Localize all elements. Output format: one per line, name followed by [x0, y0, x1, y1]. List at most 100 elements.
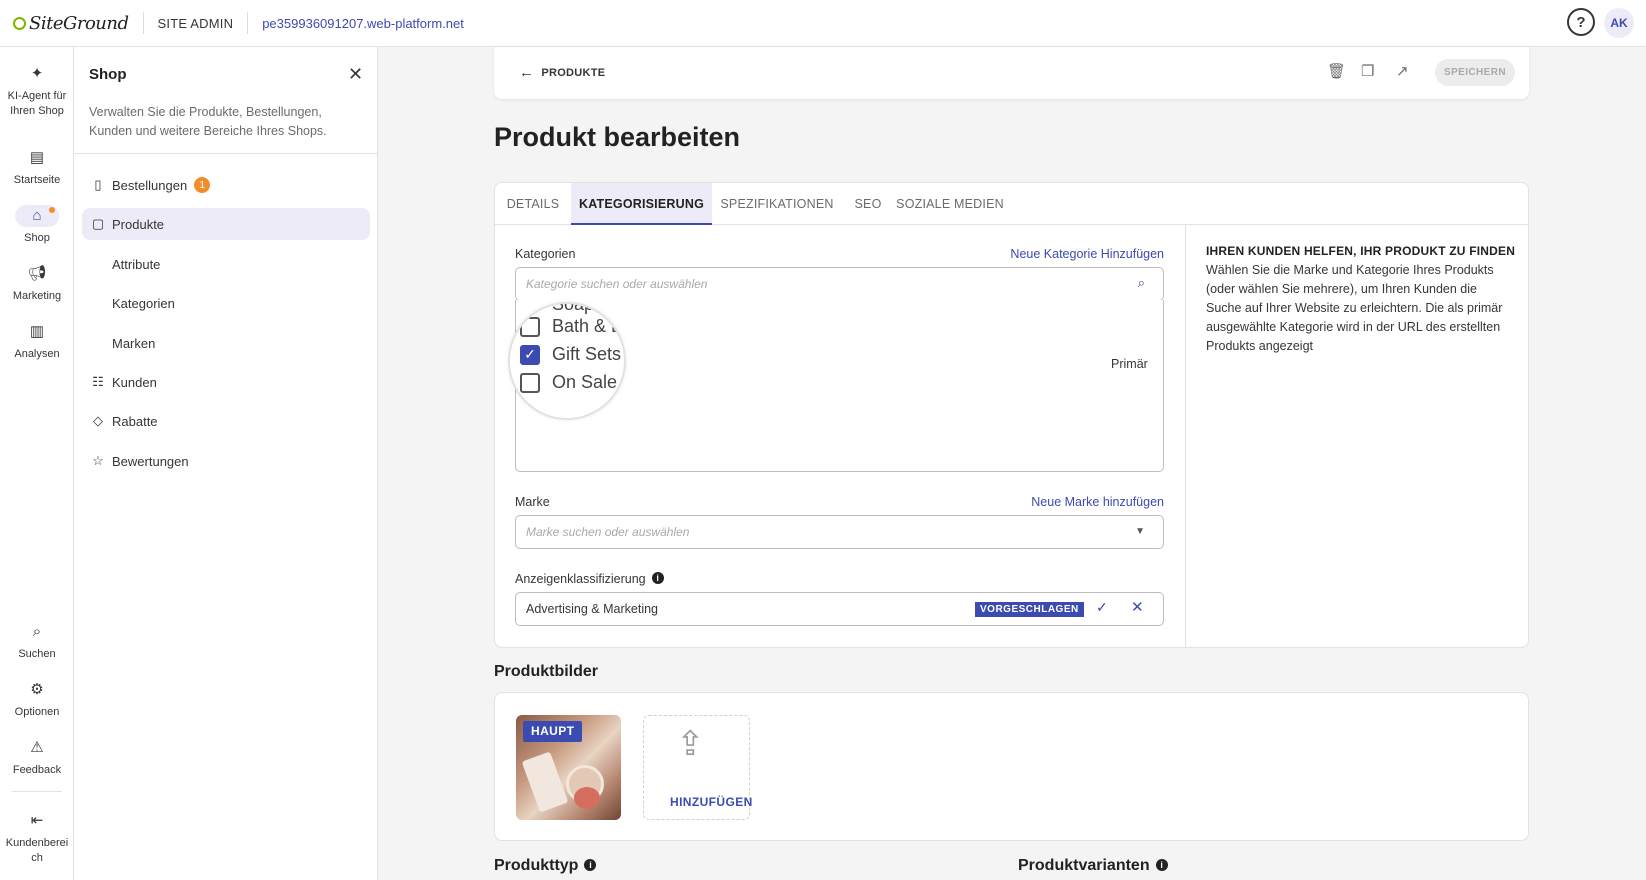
- arrow-left-icon: ←: [519, 64, 535, 81]
- product-images-card: HAUPT ⇪ HINZUFÜGEN: [494, 692, 1529, 841]
- tab-soziale-medien[interactable]: SOZIALE MEDIEN: [894, 183, 1006, 225]
- rail-item-analysen[interactable]: ▥ Analysen: [0, 321, 74, 362]
- external-link-icon[interactable]: ↗: [1396, 62, 1409, 80]
- rail-item-startseite[interactable]: ▤ Startseite: [0, 147, 74, 188]
- nav-item-attribute[interactable]: Attribute: [82, 248, 370, 280]
- nav-item-label: Bewertungen: [112, 453, 189, 469]
- suggested-badge: VORGESCHLAGEN: [975, 602, 1084, 617]
- tag-icon: ◇: [93, 413, 103, 428]
- back-to-products-link[interactable]: ← PRODUKTE: [519, 64, 605, 81]
- save-button[interactable]: SPEICHERN: [1435, 59, 1515, 86]
- rail-item-label: KI-Agent für Ihren Shop: [7, 90, 67, 117]
- site-admin-label: SITE ADMIN: [157, 15, 234, 31]
- rail-item-shop[interactable]: ⌂ Shop: [0, 205, 74, 246]
- topbar-divider: [247, 12, 249, 34]
- top-bar: SiteGround SITE ADMIN pe359936091207.web…: [0, 0, 1646, 47]
- rail-item-suchen[interactable]: ⌕ Suchen: [0, 621, 74, 662]
- info-icon[interactable]: i: [651, 572, 664, 584]
- main-image-badge: HAUPT: [523, 721, 583, 742]
- duplicate-icon[interactable]: ❐: [1361, 62, 1374, 80]
- category-item-soap[interactable]: Soap: [520, 302, 595, 315]
- zoom-lens: Soap Bath & B ✓ Gift Sets On Sale: [508, 302, 626, 420]
- brand-select-placeholder: Marke suchen oder auswählen: [526, 525, 690, 539]
- rail-item-feedback[interactable]: ⚠︎ Feedback: [0, 737, 74, 778]
- panel-description: Verwalten Sie die Produkte, Bestellungen…: [89, 105, 327, 138]
- tab-details[interactable]: DETAILS: [495, 183, 571, 225]
- search-icon[interactable]: ⌕: [1138, 275, 1145, 291]
- add-image-button[interactable]: ⇪ HINZUFÜGEN: [643, 715, 752, 820]
- nav-item-bestellungen[interactable]: ▯ Bestellungen 1: [82, 169, 370, 201]
- category-item-label: On Sale: [552, 372, 618, 392]
- people-icon: ☷: [92, 374, 104, 389]
- panel-divider: [74, 153, 378, 154]
- add-category-link[interactable]: Neue Kategorie Hinzufügen: [915, 247, 1164, 261]
- card-divider: [1185, 225, 1186, 647]
- logo-text: SiteGround: [29, 12, 129, 34]
- rail-item-label: Analysen: [14, 348, 60, 360]
- rail-item-kundenbereich[interactable]: ⇤ Kundenbereich: [0, 810, 74, 866]
- rail-item-label: Suchen: [18, 648, 56, 660]
- help-icon[interactable]: ?: [1567, 8, 1595, 36]
- megaphone-icon: 📢︎: [27, 265, 47, 282]
- category-item-on-sale[interactable]: On Sale: [520, 372, 617, 393]
- rail-item-label: Marketing: [12, 290, 62, 302]
- gear-icon: ⚙: [30, 681, 44, 698]
- nav-item-marken[interactable]: Marken: [82, 327, 370, 359]
- product-image-main[interactable]: HAUPT: [516, 715, 621, 820]
- back-link-label: PRODUKTE: [541, 66, 606, 79]
- nav-item-label: Bestellungen: [112, 177, 188, 193]
- page-title: Produkt bearbeiten: [494, 122, 741, 152]
- category-item-label: Bath & B: [552, 316, 624, 336]
- image-bath-bomb: [574, 787, 600, 809]
- ad-classification-value: Advertising & Marketing: [526, 602, 659, 616]
- category-search-input[interactable]: Kategorie suchen oder auswählen ⌕: [515, 267, 1164, 301]
- nav-item-rabatte[interactable]: ◇ Rabatte: [82, 405, 370, 437]
- nav-item-bewertungen[interactable]: ☆ Bewertungen: [82, 445, 370, 477]
- nav-item-kategorien[interactable]: Kategorien: [82, 287, 370, 319]
- nav-item-label: Attribute: [112, 256, 161, 272]
- receipt-icon: ▯: [94, 177, 102, 192]
- category-item-bath[interactable]: Bath & B: [520, 316, 623, 337]
- check-icon[interactable]: ✓: [1096, 599, 1108, 616]
- brand-select[interactable]: Marke suchen oder auswählen ▼: [515, 515, 1164, 549]
- close-icon[interactable]: ✕: [348, 64, 363, 85]
- checkbox-checked[interactable]: ✓: [520, 344, 540, 365]
- shop-panel: Shop ✕ Verwalten Sie die Produkte, Beste…: [74, 47, 378, 880]
- product-action-bar: ← PRODUKTE 🗑︎ ❐ ↗ SPEICHERN: [494, 47, 1529, 99]
- product-type-text: Produkttyp: [494, 857, 579, 874]
- product-type-title: Produkttyp i: [494, 857, 597, 875]
- category-item-label: Soap: [552, 302, 595, 314]
- rail-item-label: Kundenbereich: [5, 837, 69, 864]
- user-avatar[interactable]: AK: [1604, 8, 1634, 38]
- siteground-logo[interactable]: SiteGround: [13, 13, 129, 34]
- checkbox[interactable]: [520, 372, 540, 393]
- rail-item-ai-agent[interactable]: ✦ KI-Agent für Ihren Shop: [0, 63, 74, 119]
- info-icon[interactable]: i: [1155, 859, 1168, 871]
- logo-mark-icon: [13, 16, 26, 30]
- nav-item-label: Kunden: [112, 374, 157, 390]
- ad-classification-input[interactable]: Advertising & Marketing VORGESCHLAGEN ✓ …: [515, 592, 1164, 626]
- category-list[interactable]: Soap Bath & B ✓ Gift Sets On Sale Primär: [508, 300, 1164, 472]
- tab-seo[interactable]: SEO: [842, 183, 894, 225]
- nav-item-produkte[interactable]: ▢ Produkte: [82, 208, 370, 240]
- nav-item-kunden[interactable]: ☷ Kunden: [82, 366, 370, 398]
- checkbox[interactable]: [520, 316, 540, 337]
- left-rail: ✦ KI-Agent für Ihren Shop ▤ Startseite ⌂…: [0, 47, 74, 880]
- rail-item-optionen[interactable]: ⚙ Optionen: [0, 679, 74, 720]
- orders-count-badge: 1: [194, 177, 211, 193]
- close-icon[interactable]: ✕: [1131, 598, 1144, 616]
- product-images-title: Produktbilder: [494, 663, 599, 680]
- trash-icon[interactable]: 🗑︎: [1327, 62, 1346, 80]
- info-icon[interactable]: i: [584, 859, 597, 871]
- category-search-placeholder: Kategorie suchen oder auswählen: [526, 277, 708, 291]
- dashboard-icon: ▤: [29, 149, 45, 166]
- rail-item-marketing[interactable]: 📢︎ Marketing: [0, 263, 74, 304]
- panel-title: Shop: [89, 66, 127, 83]
- notification-dot: [49, 207, 55, 213]
- add-brand-link[interactable]: Neue Marke hinzufügen: [915, 495, 1164, 509]
- chevron-down-icon: ▼: [1135, 526, 1145, 537]
- category-item-gift-sets[interactable]: ✓ Gift Sets: [520, 344, 621, 365]
- tab-spezifikationen[interactable]: SPEZIFIKATIONEN: [712, 183, 842, 225]
- tab-kategorisierung[interactable]: KATEGORISIERUNG: [571, 183, 712, 225]
- site-domain-link[interactable]: pe359936091207.web-platform.net: [262, 16, 464, 31]
